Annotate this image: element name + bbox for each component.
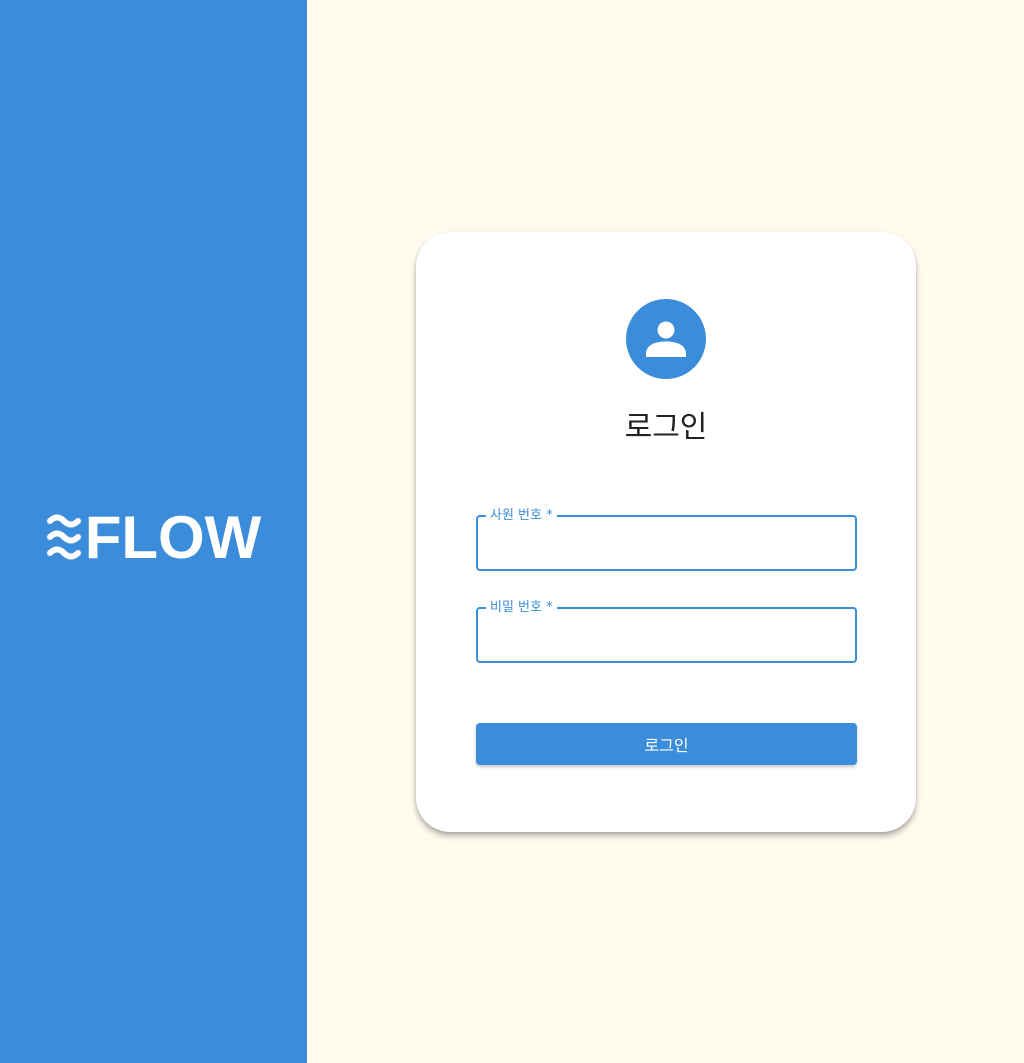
password-input[interactable] xyxy=(478,603,855,661)
employee-number-field: 사원 번호 * xyxy=(476,509,857,571)
login-page: FLOW 로그인 사원 번호 * 비밀 번호 * 로그인 xyxy=(0,0,1024,1063)
person-icon xyxy=(646,321,686,357)
page-title: 로그인 xyxy=(624,410,708,445)
brand-panel: FLOW xyxy=(0,0,307,1063)
login-card: 로그인 사원 번호 * 비밀 번호 * 로그인 xyxy=(416,232,916,832)
wave-icon xyxy=(46,514,81,559)
login-button[interactable]: 로그인 xyxy=(476,723,857,765)
brand-logo: FLOW xyxy=(46,503,262,571)
avatar xyxy=(626,299,706,379)
employee-number-input[interactable] xyxy=(478,511,855,569)
brand-name: FLOW xyxy=(84,503,262,571)
password-field: 비밀 번호 * xyxy=(476,601,857,663)
content-panel: 로그인 사원 번호 * 비밀 번호 * 로그인 xyxy=(307,0,1024,1063)
